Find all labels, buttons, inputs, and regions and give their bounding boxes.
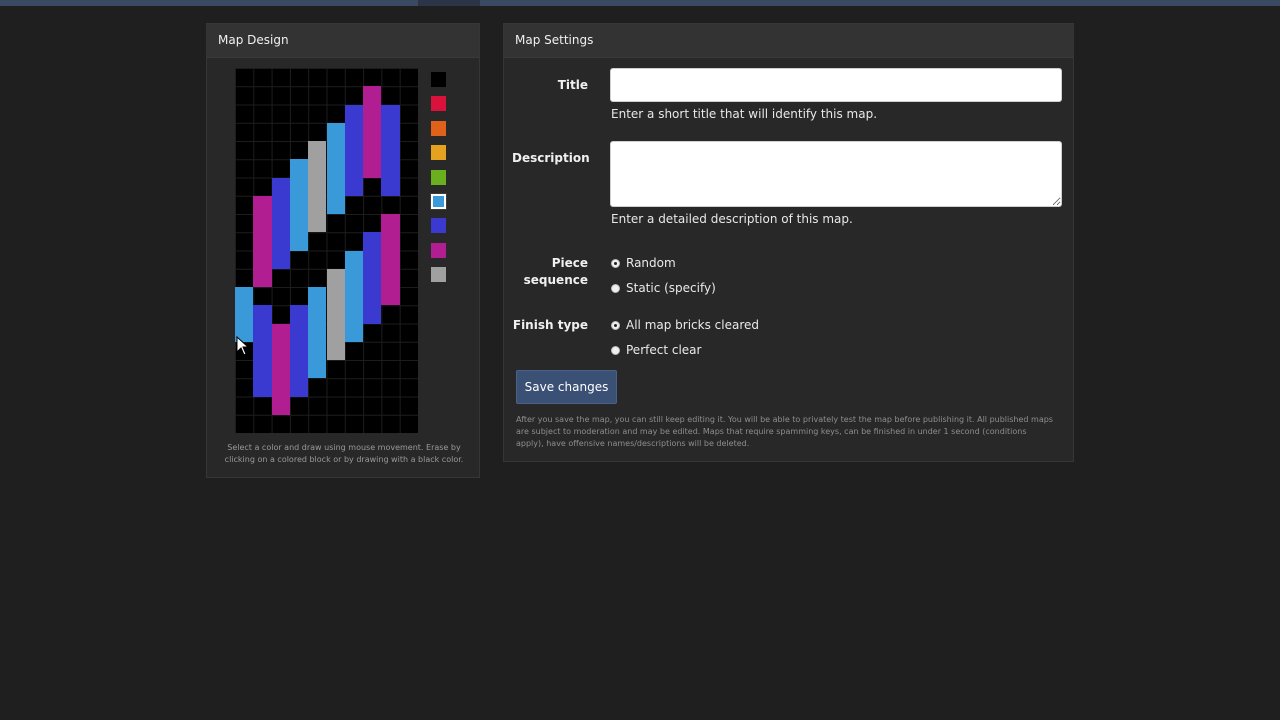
grid-brick-gray[interactable] <box>326 268 345 360</box>
radio-static-label: Static (specify) <box>626 281 716 295</box>
radio-all-cleared-label: All map bricks cleared <box>626 318 760 332</box>
swatch-orange[interactable] <box>431 120 446 136</box>
map-settings-header: Map Settings <box>504 24 1073 58</box>
grid-brick-blue[interactable] <box>363 232 382 324</box>
title-help: Enter a short title that will identify t… <box>611 107 878 121</box>
mouse-cursor-icon <box>236 336 250 356</box>
grid-brick-light-blue[interactable] <box>289 159 309 251</box>
grid-brick-blue[interactable] <box>381 104 400 196</box>
radio-random-label: Random <box>626 256 676 270</box>
map-grid-canvas[interactable] <box>235 68 418 433</box>
swatch-magenta[interactable] <box>431 242 446 258</box>
description-help: Enter a detailed description of this map… <box>611 212 853 226</box>
grid-brick-magenta[interactable] <box>381 214 400 306</box>
piece-sequence-label-line1: Piece <box>551 256 588 270</box>
grid-brick-light-blue[interactable] <box>235 287 254 342</box>
description-label: Description <box>512 151 590 165</box>
radio-all-cleared[interactable] <box>611 321 620 330</box>
grid-brick-light-blue[interactable] <box>344 250 364 342</box>
title-label: Title <box>557 78 588 92</box>
map-design-header: Map Design <box>207 24 479 58</box>
grid-brick-magenta[interactable] <box>363 86 382 178</box>
title-input[interactable] <box>610 68 1062 102</box>
finish-type-label: Finish type <box>512 318 588 332</box>
piece-sequence-label: Piece sequence <box>512 255 588 289</box>
swatch-green[interactable] <box>431 169 446 185</box>
radio-perfect-clear-label: Perfect clear <box>626 343 702 357</box>
swatch-yellow[interactable] <box>431 145 446 161</box>
grid-brick-blue[interactable] <box>271 177 290 269</box>
top-nav-active-tab[interactable] <box>418 0 480 6</box>
grid-brick-magenta[interactable] <box>271 323 290 415</box>
radio-static[interactable] <box>611 284 620 293</box>
description-textarea[interactable] <box>610 141 1062 207</box>
piece-sequence-label-line2: sequence <box>523 273 588 287</box>
grid-brick-blue[interactable] <box>253 305 272 397</box>
swatch-light-blue[interactable] <box>430 193 447 210</box>
publish-footnote: After you save the map, you can still ke… <box>516 415 1053 448</box>
radio-random[interactable] <box>611 259 620 268</box>
grid-brick-gray[interactable] <box>308 141 327 233</box>
swatch-gray[interactable] <box>431 267 446 283</box>
design-hint-text: Select a color and draw using mouse move… <box>224 443 464 464</box>
radio-perfect-clear[interactable] <box>611 346 620 355</box>
grid-brick-blue[interactable] <box>289 305 309 397</box>
swatch-blue[interactable] <box>431 218 446 234</box>
grid-brick-blue[interactable] <box>344 104 364 196</box>
swatch-red[interactable] <box>431 96 446 112</box>
grid-brick-magenta[interactable] <box>253 195 272 287</box>
top-nav-bar <box>0 0 1280 6</box>
map-design-panel: Map Design Select a color and draw using… <box>206 23 480 478</box>
grid-brick-light-blue[interactable] <box>326 122 345 214</box>
grid-brick-light-blue[interactable] <box>308 287 327 379</box>
swatch-black[interactable] <box>431 72 446 87</box>
save-changes-button[interactable]: Save changes <box>516 370 617 404</box>
map-settings-panel: Map Settings Title Enter a short title t… <box>503 23 1074 462</box>
